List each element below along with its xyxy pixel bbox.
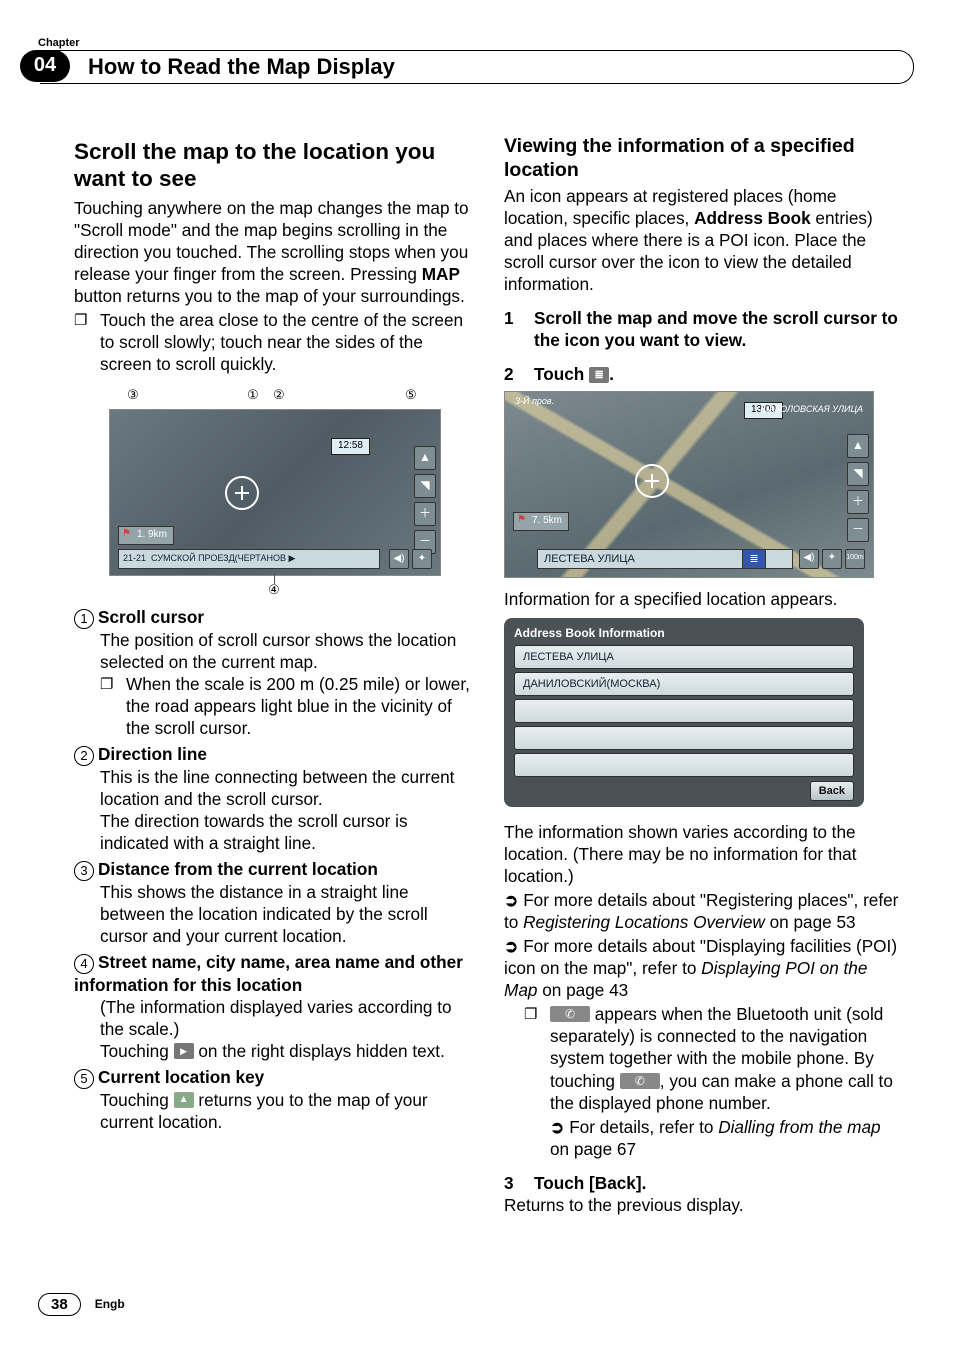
sound-icon: ◀): [799, 549, 819, 569]
zoom-in-icon: ＋: [847, 490, 869, 514]
phone-icon: [620, 1073, 660, 1089]
expand-icon: [174, 1043, 194, 1059]
back-button[interactable]: Back: [810, 781, 854, 801]
map-figure-info: 3-Й пров. 13:00 ШАБОЛОВСКАЯ УЛИЦА ▲ ◥ ＋ …: [504, 391, 874, 578]
hint-registering: For more details about "Registering plac…: [504, 889, 904, 933]
info-varies-text: The information shown varies according t…: [504, 821, 904, 887]
after-fig-text: Information for a specified location app…: [504, 588, 904, 610]
panel-row: ДАНИЛОВСКИЙ(МОСКВА): [514, 672, 854, 696]
current-location-key-icon: [174, 1092, 194, 1108]
address-book-panel: Address Book Information ЛЕСТЕВА УЛИЦА Д…: [504, 618, 864, 807]
hint-poi: For more details about "Displaying facil…: [504, 935, 904, 1001]
chapter-title: How to Read the Map Display: [40, 50, 914, 84]
info-list-icon: [589, 367, 609, 383]
step3-result: Returns to the previous display.: [504, 1194, 904, 1216]
route-icon: ✦: [412, 549, 432, 569]
step-1: 1 Scroll the map and move the scroll cur…: [504, 307, 904, 351]
panel-row: ЛЕСТЕВА УЛИЦА: [514, 645, 854, 669]
map-distance: 7. 5km: [513, 512, 569, 531]
panel-row: [514, 753, 854, 777]
left-column: Scroll the map to the location you want …: [74, 128, 474, 1272]
page-footer: 38 Engb: [38, 1293, 125, 1316]
zoom-out-icon: －: [847, 518, 869, 542]
zoom-in-icon: ＋: [414, 502, 436, 526]
step-3: 3 Touch [Back].: [504, 1172, 904, 1194]
route-icon: ✦: [822, 549, 842, 569]
map-infobar: 21-21 СУМСКОЙ ПРОЕЗД(ЧЕРТАНОВ ▶: [118, 549, 380, 569]
page-number: 38: [38, 1293, 81, 1316]
sound-icon: ◀): [389, 549, 409, 569]
map-street-label: ШАБОЛОВСКАЯ УЛИЦА: [760, 404, 863, 416]
info-list-icon: ≣: [742, 549, 766, 569]
section-title-scroll: Scroll the map to the location you want …: [74, 138, 474, 193]
phone-icon: [550, 1006, 590, 1022]
viewing-info-paragraph: An icon appears at registered places (ho…: [504, 185, 904, 295]
page-header: Chapter 04 How to Read the Map Display: [20, 36, 914, 52]
map-distance: 1. 9km: [118, 526, 174, 545]
tip-bullet: ❐ Touch the area close to the centre of …: [74, 309, 474, 375]
callout-definitions: 1Scroll cursor The position of scroll cu…: [74, 606, 474, 1133]
current-location-icon: ▲: [847, 434, 869, 458]
language-code: Engb: [95, 1297, 125, 1312]
panel-title: Address Book Information: [514, 626, 854, 641]
bluetooth-bullet: ❐ appears when the Bluetooth unit (sold …: [504, 1003, 904, 1159]
scroll-cursor-icon: [635, 464, 669, 498]
scroll-cursor-icon: [225, 476, 259, 510]
chapter-number-badge: 04: [20, 50, 70, 82]
current-location-icon: ▲: [414, 446, 436, 470]
scale-icon: 100m: [845, 549, 865, 569]
direction-icon: ◥: [847, 462, 869, 486]
map-side-buttons: ▲ ◥ ＋ －: [414, 446, 436, 554]
panel-row: [514, 726, 854, 750]
intro-paragraph: Touching anywhere on the map changes the…: [74, 197, 474, 307]
direction-icon: ◥: [414, 474, 436, 498]
panel-row: [514, 699, 854, 723]
right-column: Viewing the information of a specified l…: [504, 128, 904, 1272]
map-time: 12:58: [331, 438, 370, 455]
chapter-label: Chapter: [38, 36, 914, 50]
subhead-viewing-info: Viewing the information of a specified l…: [504, 134, 904, 183]
map-figure-scroll: ③ ① ② ⑤ 12:58 ▲ ◥ ＋ － 1. 9km 21-21 СУМСК…: [109, 387, 439, 598]
step-2: 2 Touch .: [504, 363, 904, 385]
map-side-buttons: ▲ ◥ ＋ －: [847, 434, 869, 542]
map-screenshot: 12:58 ▲ ◥ ＋ － 1. 9km 21-21 СУМСКОЙ ПРОЕЗ…: [109, 409, 441, 576]
